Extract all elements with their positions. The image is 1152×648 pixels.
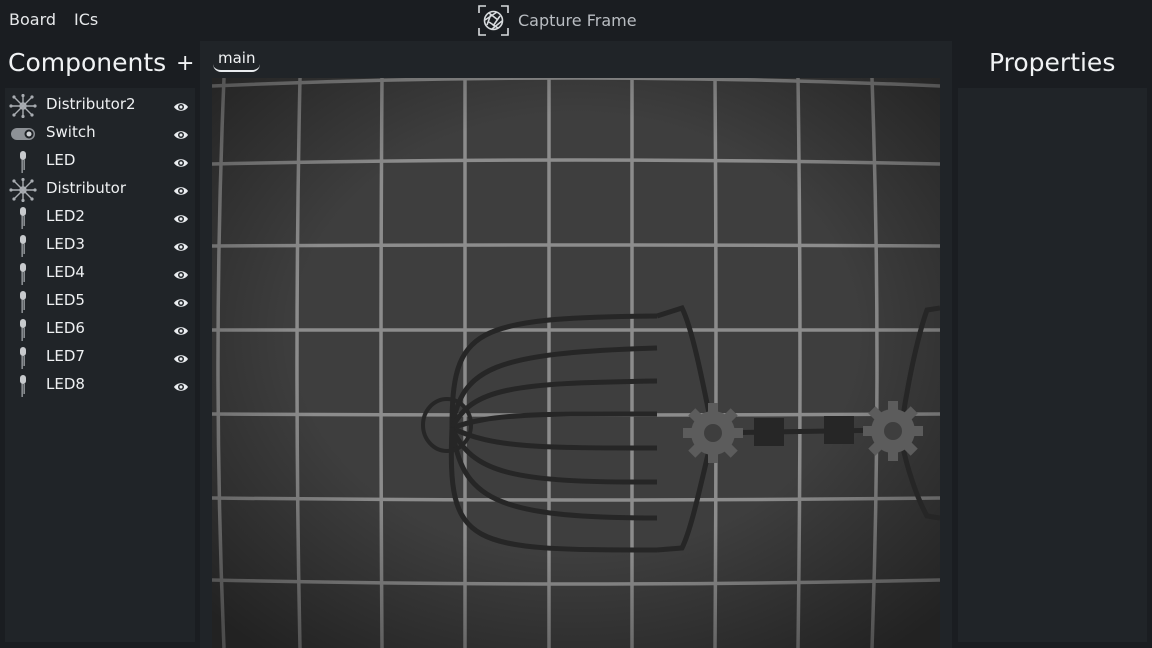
gear-icon <box>863 401 923 461</box>
component-row-distributor[interactable]: Distributor <box>5 176 195 204</box>
connector-block <box>824 416 854 444</box>
visibility-eye-icon[interactable] <box>173 239 189 253</box>
led-icon <box>9 234 37 258</box>
distributor-icon <box>9 177 37 203</box>
visibility-eye-icon[interactable] <box>173 99 189 113</box>
components-panel: Components + Distributor2 Switch LED Distri… <box>0 41 200 648</box>
component-name: LED2 <box>46 207 85 225</box>
connector-block <box>754 418 784 446</box>
visibility-eye-icon[interactable] <box>173 295 189 309</box>
capture-frame-label: Capture Frame <box>518 10 637 30</box>
aperture-icon <box>478 4 509 36</box>
led-icon <box>9 374 37 398</box>
component-name: Switch <box>46 123 96 141</box>
tab-main[interactable]: main <box>213 46 261 72</box>
component-row-led5[interactable]: LED5 <box>5 288 195 316</box>
visibility-eye-icon[interactable] <box>173 323 189 337</box>
component-row-led[interactable]: LED <box>5 148 195 176</box>
properties-area <box>958 88 1147 642</box>
menu-board[interactable]: Board <box>9 10 56 29</box>
board-canvas[interactable] <box>212 78 940 648</box>
component-name: LED <box>46 151 76 169</box>
led-icon <box>9 346 37 370</box>
component-name: LED7 <box>46 347 85 365</box>
visibility-eye-icon[interactable] <box>173 155 189 169</box>
led-icon <box>9 290 37 314</box>
distributor-icon <box>9 93 37 119</box>
visibility-eye-icon[interactable] <box>173 211 189 225</box>
add-component-button[interactable]: + <box>176 49 194 79</box>
components-list: Distributor2 Switch LED Distributor LED2 LED3… <box>5 88 195 642</box>
visibility-eye-icon[interactable] <box>173 351 189 365</box>
component-row-led3[interactable]: LED3 <box>5 232 195 260</box>
component-row-led6[interactable]: LED6 <box>5 316 195 344</box>
board-editor: main <box>200 41 952 648</box>
switch-icon <box>9 122 37 146</box>
led-icon <box>9 318 37 342</box>
board-canvas-svg <box>212 78 940 648</box>
component-name: LED4 <box>46 263 85 281</box>
component-row-switch[interactable]: Switch <box>5 120 195 148</box>
led-icon <box>9 206 37 230</box>
component-name: LED8 <box>46 375 85 393</box>
gear-icon <box>683 403 743 463</box>
component-name: Distributor <box>46 179 127 197</box>
component-name: LED6 <box>46 319 85 337</box>
properties-panel: Properties <box>952 41 1152 648</box>
capture-frame-button[interactable]: Capture Frame <box>477 4 637 36</box>
visibility-eye-icon[interactable] <box>173 127 189 141</box>
component-row-distributor2[interactable]: Distributor2 <box>5 92 195 120</box>
component-row-led7[interactable]: LED7 <box>5 344 195 372</box>
properties-title: Properties <box>989 48 1116 77</box>
menu-ics[interactable]: ICs <box>74 10 98 29</box>
components-title: Components <box>8 48 167 77</box>
visibility-eye-icon[interactable] <box>173 183 189 197</box>
component-row-led8[interactable]: LED8 <box>5 372 195 400</box>
visibility-eye-icon[interactable] <box>173 267 189 281</box>
component-name: LED3 <box>46 235 85 253</box>
led-icon <box>9 262 37 286</box>
component-name: Distributor2 <box>46 95 136 113</box>
component-row-led4[interactable]: LED4 <box>5 260 195 288</box>
visibility-eye-icon[interactable] <box>173 379 189 393</box>
led-icon <box>9 150 37 174</box>
top-menu-bar: Board ICs Capture Frame <box>0 0 1152 41</box>
component-name: LED5 <box>46 291 85 309</box>
component-row-led2[interactable]: LED2 <box>5 204 195 232</box>
